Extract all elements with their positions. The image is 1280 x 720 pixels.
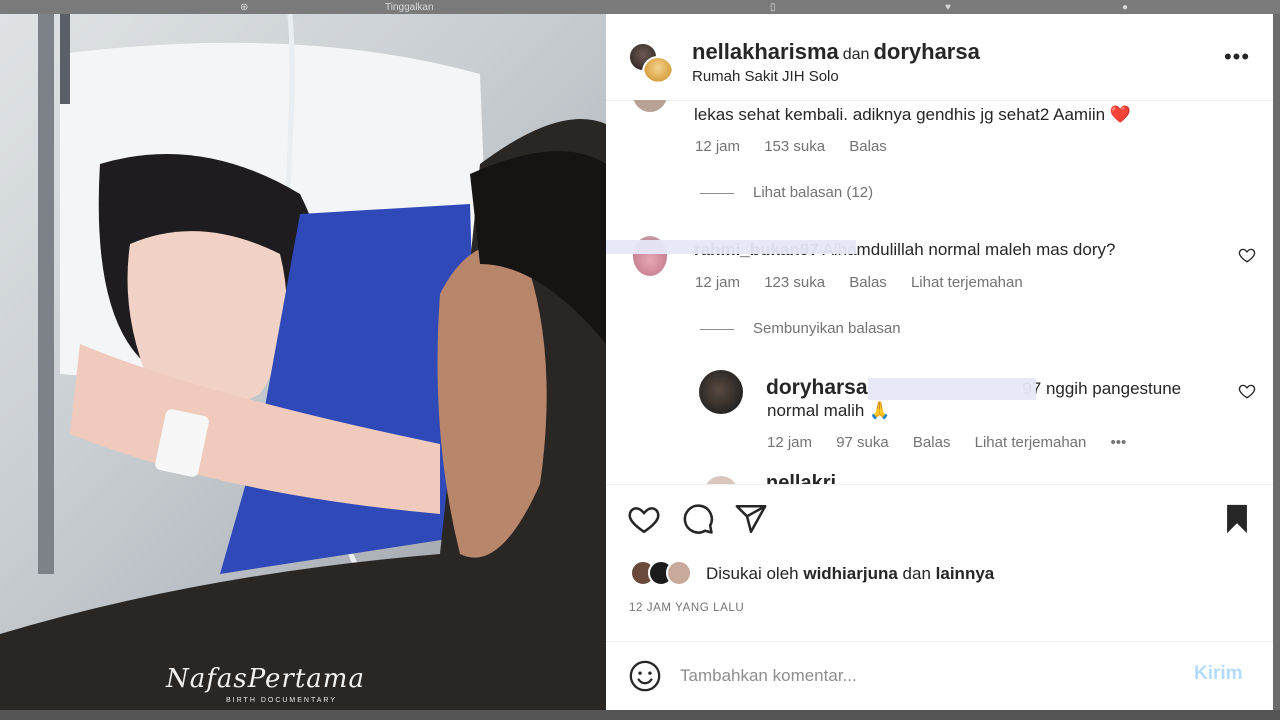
- post-comment-button[interactable]: Kirim: [1194, 663, 1243, 685]
- add-comment-bar: Kirim: [606, 641, 1273, 710]
- author-username[interactable]: doryharsa: [873, 39, 979, 64]
- post-authors: nellakharisma dan doryharsa: [692, 39, 980, 65]
- bookmark-icon[interactable]: [1220, 502, 1254, 536]
- comment-likes[interactable]: 153 suka: [764, 138, 825, 155]
- redaction-bar: [868, 378, 1036, 400]
- reply-button[interactable]: Balas: [913, 434, 951, 451]
- reply-text-line2: normal malih 🙏: [767, 401, 891, 420]
- reply-button[interactable]: Balas: [849, 274, 887, 291]
- liked-by-prefix: Disukai oleh: [706, 564, 799, 583]
- liked-by-text: Disukai oleh widhiarjuna dan lainnya: [706, 564, 994, 584]
- reply-divider: [700, 193, 734, 194]
- background-feed-strip: ⊕ Tinggalkan ▯ ♥ ●: [0, 0, 1280, 14]
- heart-icon[interactable]: [627, 502, 661, 536]
- avatar[interactable]: [699, 370, 743, 414]
- photo-watermark-subtitle: BIRTH DOCUMENTARY: [226, 697, 338, 704]
- comment-meta: 12 jam 153 suka Balas: [695, 138, 907, 155]
- reply-text: nggih pangestune: [1045, 379, 1182, 398]
- comments-list[interactable]: lekas sehat kembali. adiknya gendhis jg …: [606, 100, 1273, 484]
- comment-text: Alhamdulillah normal maleh mas dory?: [822, 240, 1116, 259]
- post-actions: [606, 484, 1273, 554]
- comment-time[interactable]: 12 jam: [695, 138, 740, 155]
- translate-button[interactable]: Lihat terjemahan: [911, 274, 1023, 291]
- hospital-photo-illustration: [0, 14, 606, 710]
- bg-label: ♥: [945, 2, 951, 13]
- avatar[interactable]: [666, 560, 692, 586]
- post-details-pane: nellakharisma dan doryharsa Rumah Sakit JI…: [606, 14, 1273, 710]
- view-replies-button[interactable]: Lihat balasan (12): [753, 184, 873, 201]
- emoji-icon[interactable]: [628, 659, 662, 693]
- bg-label: ⊕: [240, 2, 249, 13]
- post-header: nellakharisma dan doryharsa Rumah Sakit JI…: [606, 14, 1273, 100]
- comment-meta: 12 jam 123 suka Balas Lihat terjemahan: [695, 274, 1043, 291]
- liked-by-user[interactable]: widhiarjuna: [803, 564, 897, 583]
- bg-label: ●: [1122, 2, 1129, 13]
- heart-icon[interactable]: [1238, 246, 1256, 264]
- avatar[interactable]: [642, 56, 674, 88]
- comment-text: lekas sehat kembali. adiknya gendhis jg …: [694, 105, 1131, 124]
- bg-label: Tinggalkan: [385, 2, 434, 13]
- reply-username[interactable]: doryharsa: [766, 376, 868, 399]
- comment-time[interactable]: 12 jam: [695, 274, 740, 291]
- reply-divider: [700, 329, 734, 330]
- reply-likes[interactable]: 97 suka: [836, 434, 889, 451]
- comment-icon[interactable]: [681, 502, 715, 536]
- comment-input[interactable]: [680, 661, 1180, 691]
- collab-avatars[interactable]: [628, 42, 676, 88]
- post-photo[interactable]: NafasPertama BIRTH DOCUMENTARY: [0, 14, 606, 710]
- reply-meta: 12 jam 97 suka Balas Lihat terjemahan ••…: [767, 434, 1146, 451]
- heart-icon[interactable]: [1238, 382, 1256, 400]
- avatar[interactable]: [704, 476, 738, 484]
- bg-label: ▯: [770, 2, 776, 13]
- comment-username-partial[interactable]: nellakri: [766, 472, 836, 484]
- background-feed-bottom: [0, 710, 1280, 720]
- reply-time[interactable]: 12 jam: [767, 434, 812, 451]
- reply-button[interactable]: Balas: [849, 138, 887, 155]
- photo-watermark: NafasPertama: [166, 664, 365, 694]
- authors-conjunction: dan: [842, 46, 870, 63]
- redaction-bar: [606, 240, 856, 254]
- share-icon[interactable]: [734, 502, 768, 536]
- avatar[interactable]: [633, 100, 667, 112]
- background-feed-edge: [1273, 14, 1280, 710]
- comment-likes[interactable]: 123 suka: [764, 274, 825, 291]
- translate-button[interactable]: Lihat terjemahan: [975, 434, 1087, 451]
- reply-more-button[interactable]: •••: [1111, 434, 1127, 451]
- liked-by-others[interactable]: lainnya: [936, 564, 995, 583]
- post-timestamp[interactable]: 12 JAM YANG LALU: [629, 602, 744, 614]
- post-location[interactable]: Rumah Sakit JIH Solo: [692, 68, 839, 85]
- author-username[interactable]: nellakharisma: [692, 39, 839, 64]
- hide-replies-button[interactable]: Sembunyikan balasan: [753, 320, 901, 337]
- more-options-button[interactable]: •••: [1222, 46, 1252, 72]
- liked-by-and: dan: [902, 564, 931, 583]
